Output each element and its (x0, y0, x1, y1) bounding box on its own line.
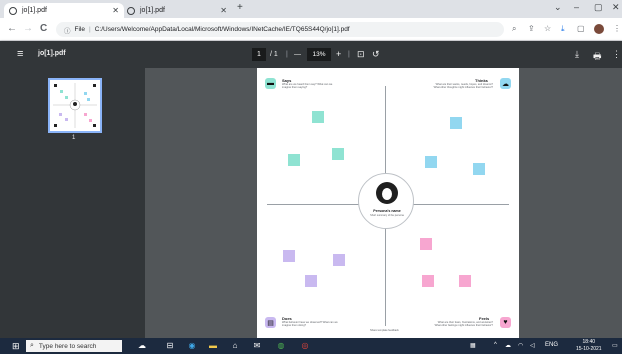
taskbar-search-placeholder: Type here to search (38, 342, 97, 350)
address-bar[interactable]: ⓘ File | C:/Users/Welcome/AppData/Local/… (56, 22, 504, 37)
back-button[interactable]: ← (7, 23, 17, 34)
clock-date: 15-10-2021 (576, 346, 602, 352)
notification-icon[interactable]: ▭ (612, 342, 618, 349)
sticky-note (288, 154, 300, 166)
persona-description: Short summary of the persona (370, 214, 404, 217)
page-thumbnail[interactable] (48, 78, 102, 133)
tab-search-icon[interactable]: ⌄ (554, 2, 562, 13)
volume-icon[interactable]: ◁ (530, 342, 535, 349)
template-feedback-link[interactable]: Share template feedback (370, 329, 399, 332)
reload-button[interactable]: C (40, 23, 47, 34)
persona-card: Persona's name Short summary of the pers… (358, 173, 414, 229)
persona-avatar-icon (376, 182, 398, 204)
browser-toolbar: ← → C ⓘ File | C:/Users/Welcome/AppData/… (0, 18, 622, 41)
thought-bubble-icon: ☁ (500, 78, 511, 89)
profile-avatar[interactable] (594, 24, 604, 34)
maximize-button[interactable]: ▢ (594, 2, 603, 13)
sticky-note (473, 163, 485, 175)
store-icon[interactable]: ⌂ (230, 341, 240, 351)
fit-to-page-icon[interactable]: ⊡ (357, 49, 365, 60)
sticky-note (283, 250, 295, 262)
browser-menu-icon[interactable]: ⋮ (613, 24, 621, 33)
zoom-level-input[interactable]: 13% (307, 48, 331, 61)
search-icon: ⌕ (30, 342, 34, 349)
zoom-icon[interactable]: ⌕ (512, 24, 516, 34)
pdf-download-icon[interactable]: ⤓ (575, 49, 579, 60)
windows-start-icon[interactable]: ⊞ (12, 341, 20, 352)
sidebar-icon[interactable]: ▢ (577, 24, 585, 33)
globe-icon (127, 6, 135, 15)
tab-title: jo[1].pdf (22, 7, 47, 14)
weather-widget-icon[interactable]: ☁ (130, 341, 154, 351)
edge-browser-icon[interactable]: ◉ (187, 341, 197, 351)
sticky-note (305, 275, 317, 287)
zoom-out-button[interactable]: — (294, 51, 301, 58)
pdf-file-name: jo[1].pdf (38, 50, 66, 57)
sticky-note (332, 148, 344, 160)
taskbar-search-box[interactable]: ⌕ Type here to search (26, 340, 122, 352)
does-subtitle: What behavior have we observed? What can… (282, 321, 338, 328)
feels-subtitle: What are their fears, frustrations, and … (434, 321, 493, 328)
persona-name: Persona's name (373, 209, 401, 213)
pdf-toolbar: ≡ jo[1].pdf 1 / 1 | — 13% + | ⊡ ↺ ⤓ 🖶 ⋮ (0, 41, 622, 68)
download-icon[interactable]: ⤓ (561, 24, 565, 34)
forward-button[interactable]: → (23, 23, 33, 34)
network-icon[interactable]: ☁ (505, 342, 511, 349)
page-number-input[interactable]: 1 (252, 48, 266, 61)
pdf-more-icon[interactable]: ⋮ (612, 49, 621, 60)
bookmark-star-icon[interactable]: ☆ (544, 24, 551, 33)
share-icon[interactable]: ⇪ (528, 24, 535, 33)
sticky-note (333, 254, 345, 266)
windows-taskbar: ⊞ ⌕ Type here to search ☁ ⊟ ◉ ▬ ⌂ ✉ ◍ ◎ … (0, 338, 622, 354)
mail-icon[interactable]: ✉ (252, 341, 262, 351)
says-subtitle: What are we heard them say? What can we … (282, 83, 333, 90)
new-tab-button[interactable]: + (237, 2, 243, 13)
sticky-note (425, 156, 437, 168)
page-total: / 1 (270, 51, 278, 58)
tab-title: jo[1].pdf (140, 7, 165, 14)
browser-tab-strip: jo[1].pdf ✕ jo[1].pdf ✕ + ⌄ – ▢ ✕ (0, 0, 622, 18)
minimize-button[interactable]: – (574, 2, 579, 12)
taskbar-clock[interactable]: 18:40 15-10-2021 (576, 339, 602, 353)
toolbar-divider: | (348, 51, 350, 58)
zoom-in-button[interactable]: + (336, 49, 341, 59)
tray-app-icon[interactable]: ▦ (470, 342, 476, 349)
pdf-page: ▬ Says What are we heard them say? What … (257, 68, 519, 338)
url-text: C:/Users/Welcome/AppData/Local/Microsoft… (94, 26, 350, 33)
tab-jo-pdf[interactable]: jo[1].pdf ✕ (122, 3, 232, 18)
speech-bubble-icon: ▬ (265, 78, 276, 89)
thumbnail-preview (53, 83, 97, 128)
heart-icon: ♥ (500, 317, 511, 328)
print-icon[interactable]: 🖶 (593, 49, 602, 65)
scheme-label: File (74, 26, 85, 33)
whatsapp-icon[interactable]: ◍ (276, 341, 286, 351)
clipboard-icon: ▤ (265, 317, 276, 328)
clock-time: 18:40 (582, 339, 596, 345)
close-window-button[interactable]: ✕ (612, 2, 620, 13)
rotate-icon[interactable]: ↺ (372, 49, 380, 60)
info-icon[interactable]: ⓘ (64, 25, 71, 35)
sticky-note (422, 275, 434, 287)
close-tab-icon[interactable]: ✕ (112, 6, 119, 15)
toolbar-divider: | (286, 51, 288, 58)
tray-chevron-icon[interactable]: ^ (494, 342, 497, 348)
address-separator: | (88, 26, 91, 33)
sticky-note (450, 117, 462, 129)
hamburger-menu-icon[interactable]: ≡ (17, 48, 23, 60)
wifi-icon[interactable]: ◠ (518, 342, 523, 349)
thinks-subtitle: What are their wants, needs, hopes, and … (433, 83, 493, 90)
sticky-note (420, 238, 432, 250)
thumbnail-page-number: 1 (72, 135, 76, 141)
chrome-icon[interactable]: ◎ (300, 341, 310, 351)
language-indicator[interactable]: ENG (545, 342, 558, 348)
globe-icon (9, 6, 17, 15)
tab-jo-pdf-active[interactable]: jo[1].pdf ✕ (4, 3, 124, 18)
file-explorer-icon[interactable]: ▬ (208, 341, 218, 351)
task-view-icon[interactable]: ⊟ (165, 341, 175, 351)
close-tab-icon[interactable]: ✕ (220, 6, 227, 15)
sticky-note (459, 275, 471, 287)
sticky-note (312, 111, 324, 123)
